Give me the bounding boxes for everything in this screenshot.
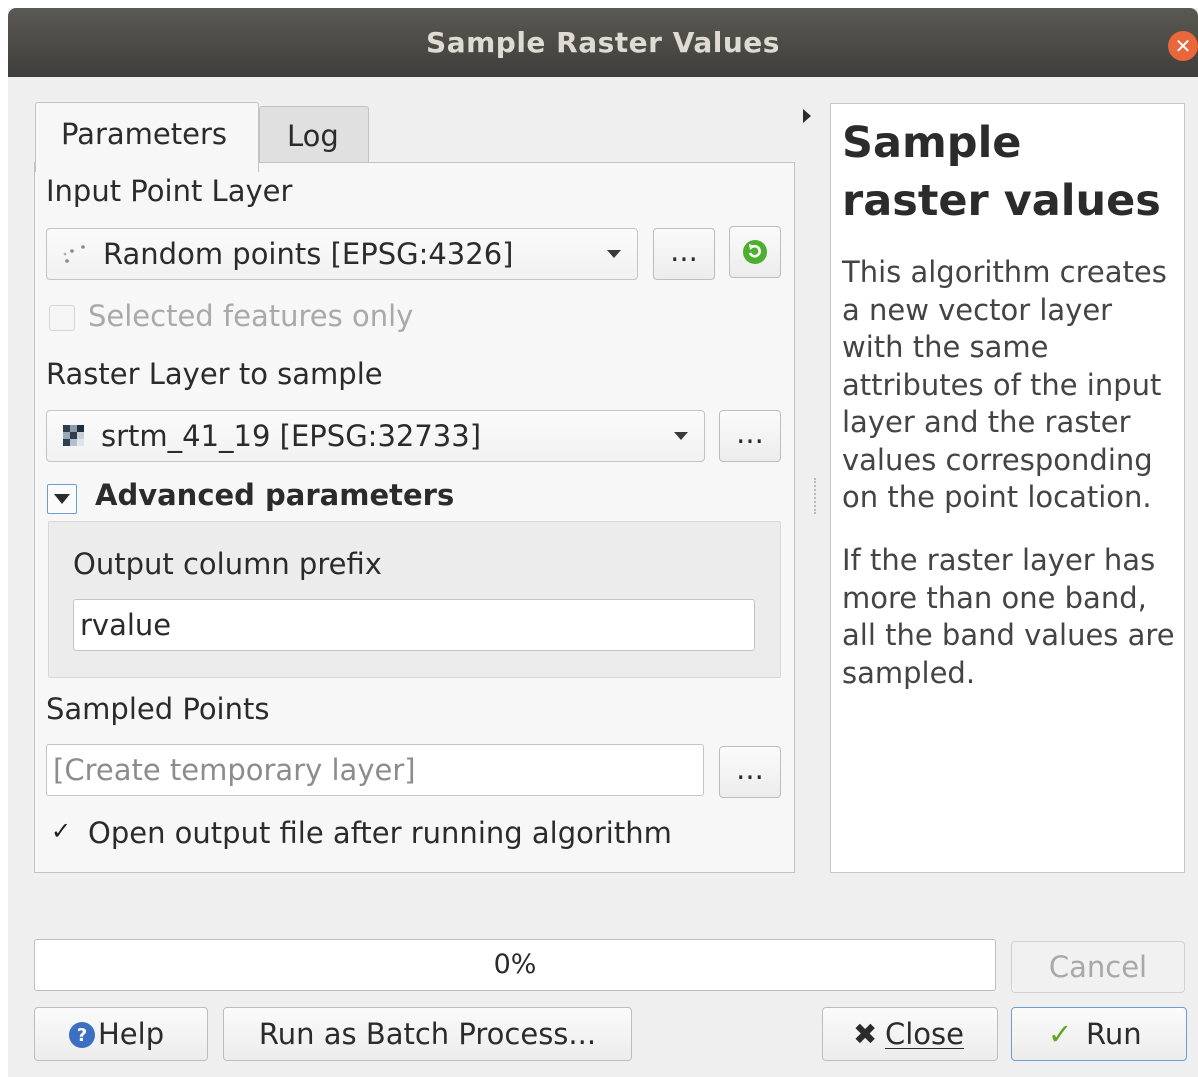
advanced-toggle-button[interactable] (47, 484, 77, 514)
help-title: Sample raster values (842, 118, 1161, 226)
input-layer-combo[interactable]: Random points [EPSG:4326] (46, 228, 638, 280)
help-bands-note: If the raster layer has more than one ba… (842, 543, 1175, 690)
tab-parameters-label: Parameters (61, 117, 227, 151)
title-bar[interactable]: Sample Raster Values ✕ (8, 8, 1198, 77)
chevron-down-icon (674, 432, 688, 440)
advanced-parameters-label: Advanced parameters (95, 478, 455, 512)
cancel-button[interactable]: Cancel (1011, 941, 1185, 993)
raster-layer-label: Raster Layer to sample (46, 357, 383, 391)
selected-features-label: Selected features only (88, 299, 414, 333)
raster-layer-value: srtm_41_19 [EPSG:32733] (101, 419, 482, 453)
help-label: Help (98, 1017, 165, 1051)
triangle-down-icon (54, 494, 70, 504)
point-layer-icon (63, 245, 85, 263)
iterate-button[interactable] (729, 226, 781, 278)
input-layer-label: Input Point Layer (46, 174, 293, 208)
sampled-points-input[interactable]: [Create temporary layer] (46, 744, 704, 796)
checkmark-icon: ✓ (51, 817, 72, 845)
close-x-icon[interactable]: ✕ (1168, 31, 1198, 61)
iterate-icon (743, 240, 767, 264)
help-button[interactable]: ? Help (34, 1007, 208, 1061)
svg-text:?: ? (77, 1025, 87, 1046)
output-prefix-label: Output column prefix (73, 547, 382, 581)
run-label: Run (1086, 1017, 1142, 1051)
raster-layer-icon (63, 425, 84, 446)
run-button[interactable]: ✓ Run (1011, 1007, 1187, 1061)
window-title: Sample Raster Values (426, 26, 780, 59)
batch-process-label: Run as Batch Process... (258, 1017, 597, 1051)
browse-label: ... (736, 752, 764, 786)
output-prefix-input[interactable]: rvalue (73, 599, 755, 651)
tab-log-label: Log (287, 119, 339, 153)
close-icon: ✖ (853, 1017, 878, 1051)
sampled-points-placeholder: [Create temporary layer] (53, 753, 416, 787)
chevron-down-icon (607, 250, 621, 258)
open-output-checkbox[interactable]: ✓ (49, 817, 75, 847)
sampled-points-label: Sampled Points (46, 692, 270, 726)
output-prefix-value: rvalue (80, 608, 172, 642)
input-layer-value: Random points [EPSG:4326] (103, 237, 514, 271)
raster-layer-combo[interactable]: srtm_41_19 [EPSG:32733] (46, 410, 705, 462)
raster-layer-browse-button[interactable]: ... (719, 410, 781, 462)
checkmark-icon: ✓ (1048, 1017, 1073, 1051)
progress-text: 0% (493, 949, 537, 980)
collapse-arrow-icon[interactable] (802, 108, 812, 124)
tab-log[interactable]: Log (259, 106, 369, 162)
input-layer-browse-button[interactable]: ... (653, 228, 715, 280)
batch-process-button[interactable]: Run as Batch Process... (223, 1007, 632, 1061)
help-description: This algorithm creates a new vector laye… (842, 255, 1167, 514)
cancel-label: Cancel (1048, 950, 1148, 984)
browse-label: ... (670, 234, 698, 268)
close-label: Close (885, 1017, 964, 1051)
help-panel: Sample raster values This algorithm crea… (830, 103, 1185, 873)
browse-label: ... (736, 416, 764, 450)
dialog-window: Sample Raster Values ✕ Parameters Log In… (8, 8, 1198, 1077)
close-button[interactable]: ✖ Close (822, 1007, 998, 1061)
open-output-label: Open output file after running algorithm (88, 816, 672, 850)
progress-bar: 0% (34, 939, 996, 991)
help-icon: ? (69, 1022, 95, 1048)
sampled-points-browse-button[interactable]: ... (719, 746, 781, 798)
selected-features-checkbox[interactable] (49, 305, 75, 331)
splitter-handle[interactable] (814, 478, 818, 514)
tab-parameters[interactable]: Parameters (35, 102, 259, 172)
